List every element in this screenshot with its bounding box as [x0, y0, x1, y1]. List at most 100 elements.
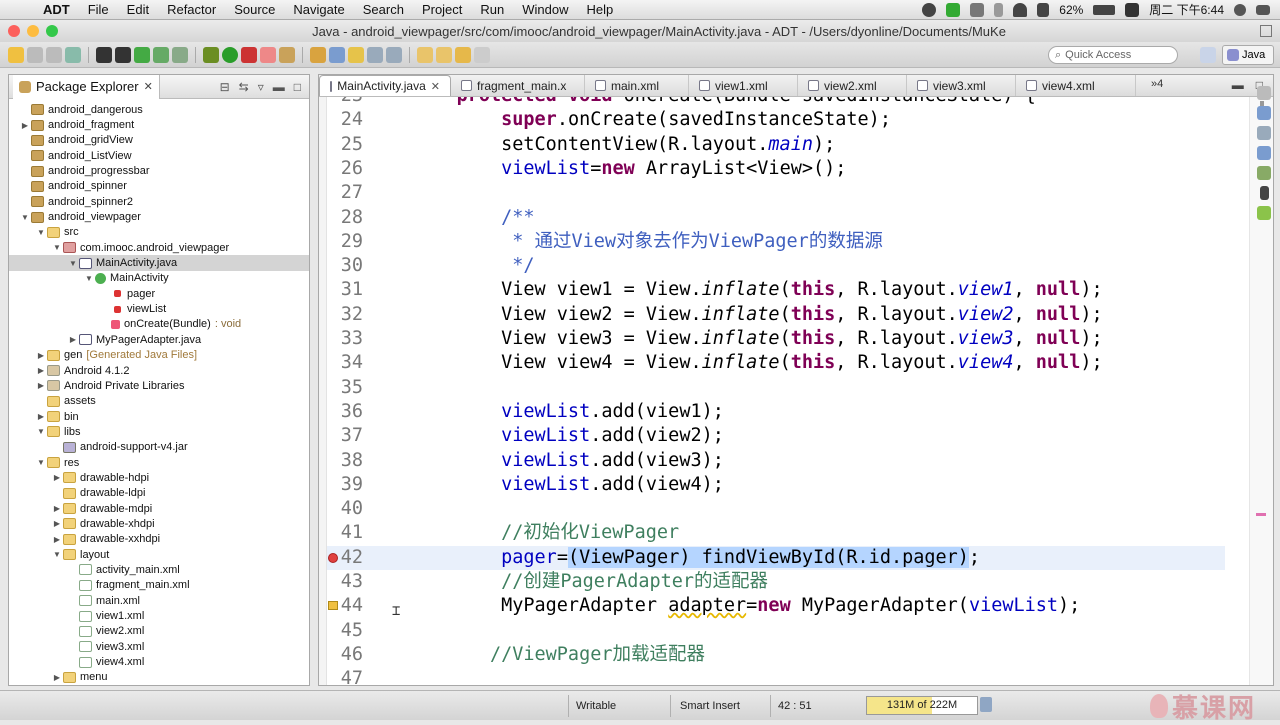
code-line[interactable]: 39 viewList.add(view4); — [327, 473, 1225, 497]
code-line[interactable]: 47 — [327, 667, 1225, 685]
close-view-icon[interactable]: ✕ — [144, 80, 153, 93]
new-icon[interactable] — [8, 46, 24, 63]
tree-item[interactable]: view2.xml — [9, 624, 309, 639]
code-line[interactable]: 45 — [327, 619, 1225, 643]
editor-tab[interactable]: fragment_main.x — [451, 75, 585, 96]
open-type-icon[interactable] — [310, 46, 326, 63]
garbage-collect-icon[interactable] — [980, 697, 992, 712]
console-view-icon[interactable] — [1257, 166, 1271, 180]
code-line[interactable]: 46 //ViewPager加载适配器 — [327, 643, 1225, 667]
status-app-icon-3[interactable] — [970, 2, 985, 17]
code-line[interactable]: 31 View view1 = View.inflate(this, R.lay… — [327, 278, 1225, 302]
tree-item[interactable]: ▶ android_fragment — [9, 117, 309, 132]
close-window-icon[interactable] — [8, 25, 20, 37]
problems-view-icon[interactable] — [1257, 146, 1271, 160]
tree-item[interactable]: ▶ drawable-xxhdpi — [9, 532, 309, 547]
link-with-editor-icon[interactable]: ⇆ — [239, 80, 249, 94]
tree-item[interactable]: ▶ drawable-xhdpi — [9, 516, 309, 531]
status-app-icon-1[interactable] — [922, 2, 937, 17]
collapsed-arrow-icon[interactable]: ▶ — [51, 519, 63, 528]
code-line[interactable]: 32 View view2 = View.inflate(this, R.lay… — [327, 303, 1225, 327]
menu-search[interactable]: Search — [354, 2, 413, 17]
tree-item[interactable]: ▶ Android Private Libraries — [9, 378, 309, 393]
code-line[interactable]: 33 View view3 = View.inflate(this, R.lay… — [327, 327, 1225, 351]
task-list-icon[interactable] — [1257, 126, 1271, 140]
menu-app[interactable]: ADT — [34, 2, 79, 17]
tree-item[interactable]: pager — [9, 286, 309, 301]
tree-item[interactable]: ▼ com.imooc.android_viewpager — [9, 240, 309, 255]
collapse-all-icon[interactable]: ⊟ — [220, 80, 230, 94]
tree-item[interactable]: android_dangerous — [9, 102, 309, 117]
collapsed-arrow-icon[interactable]: ▶ — [67, 335, 79, 344]
tree-item[interactable]: ▶ MyPagerAdapter.java — [9, 332, 309, 347]
menu-help[interactable]: Help — [578, 2, 623, 17]
sdk-manager-icon[interactable] — [96, 46, 112, 63]
expanded-arrow-icon[interactable]: ▼ — [35, 458, 47, 467]
menu-refactor[interactable]: Refactor — [158, 2, 225, 17]
code-line[interactable]: 43 //创建PagerAdapter的适配器 — [327, 570, 1225, 594]
prev-annotation-icon[interactable] — [436, 46, 452, 63]
java-perspective-button[interactable]: Java — [1222, 45, 1274, 65]
code-line[interactable]: 27 — [327, 181, 1225, 205]
collapsed-arrow-icon[interactable]: ▶ — [35, 412, 47, 421]
editor-tab[interactable]: view2.xml — [798, 75, 907, 96]
forward-icon[interactable] — [474, 46, 490, 63]
tree-item[interactable]: android_ListView — [9, 148, 309, 163]
close-tab-icon[interactable]: ✕ — [431, 80, 440, 93]
search-tool-icon[interactable] — [329, 46, 345, 63]
code-line[interactable]: 38 viewList.add(view3); — [327, 449, 1225, 473]
menu-source[interactable]: Source — [225, 2, 284, 17]
back-icon[interactable] — [455, 46, 471, 63]
tree-item[interactable]: view3.xml — [9, 639, 309, 654]
tree-item[interactable]: view1.xml — [9, 608, 309, 623]
tree-item[interactable]: ▶ drawable-hdpi — [9, 470, 309, 485]
print-icon[interactable] — [65, 46, 81, 63]
tree-item[interactable]: ▶ gen [Generated Java Files] — [9, 348, 309, 363]
code-line[interactable]: 24 super.onCreate(savedInstanceState); — [327, 108, 1225, 132]
zoom-window-icon[interactable] — [46, 25, 58, 37]
code-line[interactable]: 40 — [327, 497, 1225, 521]
expanded-arrow-icon[interactable]: ▼ — [51, 550, 63, 559]
save-icon[interactable] — [27, 46, 43, 63]
show-whitespace-icon[interactable] — [367, 46, 383, 63]
more-tabs-button[interactable]: »4 — [1151, 78, 1163, 90]
collapsed-arrow-icon[interactable]: ▶ — [35, 366, 47, 375]
wifi-icon[interactable] — [1013, 2, 1028, 17]
tree-item[interactable]: android_gridView — [9, 133, 309, 148]
code-line[interactable]: 26 viewList=new ArrayList<View>(); — [327, 157, 1225, 181]
fullscreen-icon[interactable] — [1260, 25, 1272, 37]
code-line[interactable]: 30 */ — [327, 254, 1225, 278]
open-perspective-icon[interactable] — [1200, 47, 1216, 63]
expanded-arrow-icon[interactable]: ▼ — [19, 213, 31, 222]
package-explorer-tab[interactable]: Package Explorer ✕ — [13, 74, 160, 99]
new-package-icon[interactable] — [279, 46, 295, 63]
collapsed-arrow-icon[interactable]: ▶ — [35, 381, 47, 390]
code-line[interactable]: 36 viewList.add(view1); — [327, 400, 1225, 424]
code-line[interactable]: 42 pager=(ViewPager) findViewById(R.id.p… — [327, 545, 1225, 570]
tree-item[interactable]: ▼ src — [9, 225, 309, 240]
code-line[interactable]: 41 //初始化ViewPager — [327, 521, 1225, 545]
expanded-arrow-icon[interactable]: ▼ — [35, 228, 47, 237]
battery-percent[interactable]: 62% — [1059, 3, 1083, 17]
minimize-window-icon[interactable] — [27, 25, 39, 37]
block-selection-icon[interactable] — [386, 46, 402, 63]
tree-item[interactable]: onCreate(Bundle): void — [9, 317, 309, 332]
tree-item[interactable]: main.xml — [9, 593, 309, 608]
maximize-view-icon[interactable]: □ — [294, 80, 301, 94]
code-line[interactable]: 44 MyPagerAdapter adapter=new MyPagerAda… — [327, 594, 1225, 618]
next-annotation-icon[interactable] — [417, 46, 433, 63]
menu-edit[interactable]: Edit — [118, 2, 158, 17]
volume-icon[interactable] — [1037, 2, 1050, 17]
tree-item[interactable]: ▼ android_viewpager — [9, 209, 309, 224]
code-line[interactable]: 25 setContentView(R.layout.main); — [327, 133, 1225, 157]
minimize-view-icon[interactable]: ▬ — [273, 80, 285, 94]
user-icon[interactable] — [1234, 3, 1246, 16]
editor-tab[interactable]: view4.xml — [1016, 75, 1136, 96]
view-menu-icon[interactable]: ▿ — [258, 80, 264, 94]
editor-tab[interactable]: view3.xml — [907, 75, 1016, 96]
collapsed-arrow-icon[interactable]: ▶ — [51, 535, 63, 544]
input-source-icon[interactable] — [1125, 2, 1140, 17]
editor-tab[interactable]: view1.xml — [689, 75, 798, 96]
menu-run[interactable]: Run — [471, 2, 513, 17]
code-line[interactable]: 35 — [327, 376, 1225, 400]
